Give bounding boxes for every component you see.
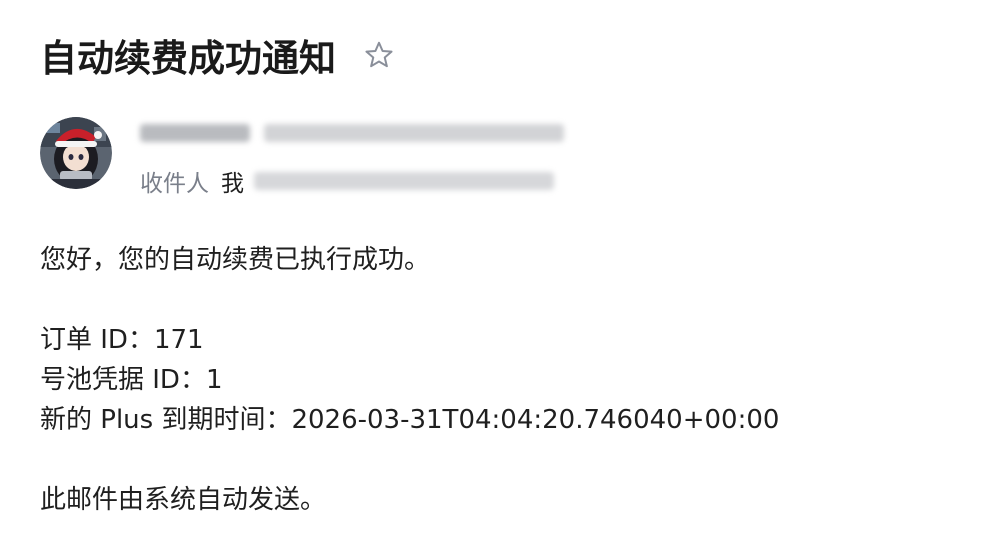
sender-info-redacted[interactable]: [140, 118, 564, 148]
email-subject: 自动续费成功通知: [40, 37, 336, 80]
email-body: 您好，您的自动续费已执行成功。 订单 ID：171 号池凭据 ID：1 新的 P…: [40, 240, 779, 520]
greeting-text: 您好，您的自动续费已执行成功。: [40, 245, 431, 275]
recipient-name[interactable]: 我: [221, 164, 244, 198]
recipient-label: 收件人: [140, 171, 209, 197]
star-icon[interactable]: [362, 38, 396, 72]
recipient-line: 收件人 我: [140, 164, 554, 198]
sender-email-redacted: [264, 124, 564, 142]
sender-name-redacted: [140, 124, 250, 142]
sender-avatar[interactable]: [40, 117, 112, 189]
footer-text: 此邮件由系统自动发送。: [40, 485, 327, 515]
order-id-text: 订单 ID：171: [40, 325, 204, 355]
expiry-text: 新的 Plus 到期时间：2026-03-31T04:04:20.746040+…: [40, 405, 780, 435]
email-header: 自动续费成功通知: [40, 30, 396, 80]
credential-id-text: 号池凭据 ID：1: [40, 365, 223, 395]
recipient-address-redacted: [254, 172, 554, 190]
